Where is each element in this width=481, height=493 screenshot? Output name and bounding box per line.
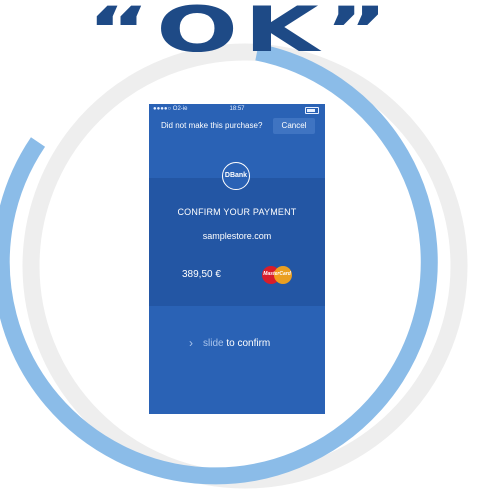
card-brand-label: MasterCard [263,271,291,277]
status-bar: ●●●●○ O2-ie 18:57 [149,104,325,115]
payment-panel [149,178,325,306]
merchant-name: samplestore.com [202,231,272,241]
mastercard-icon: MasterCard [262,266,292,284]
ok-headline: “OK” [86,0,395,66]
payment-amount: 389,50 € [182,269,221,280]
slide-to-confirm[interactable]: › slide to confirm [149,332,325,356]
phone-screen: ●●●●○ O2-ie 18:57 Did not make this purc… [149,104,325,414]
clock: 18:57 [229,106,245,112]
purchase-question: Did not make this purchase? [161,121,263,130]
top-bar: Did not make this purchase? Cancel [149,115,325,137]
slide-label: slide to confirm [203,338,271,349]
bank-logo: DBank [222,162,250,190]
battery-icon [305,107,319,114]
confirm-title: CONFIRM YOUR PAYMENT [177,207,297,217]
cancel-button[interactable]: Cancel [273,118,315,134]
chevron-right-icon: › [189,336,193,350]
